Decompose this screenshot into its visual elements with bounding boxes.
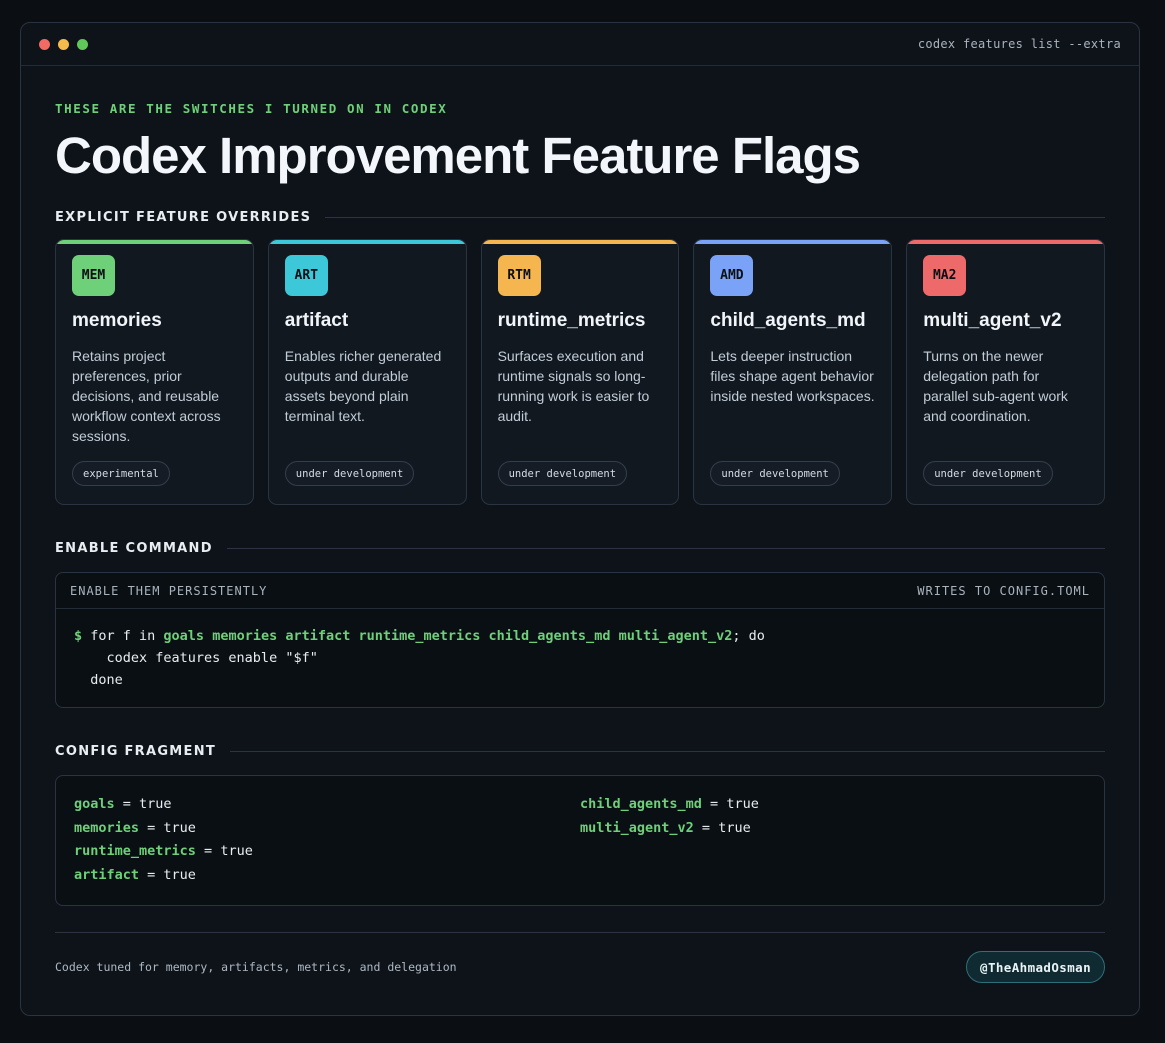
- author-handle-badge[interactable]: @TheAhmadOsman: [966, 951, 1105, 983]
- terminal-window: codex features list --extra THESE ARE TH…: [20, 22, 1140, 1016]
- config-key: child_agents_md: [580, 796, 702, 812]
- close-window-button[interactable]: [39, 38, 50, 50]
- section-title: CONFIG FRAGMENT: [55, 744, 217, 759]
- config-key: artifact: [74, 866, 140, 883]
- feature-description: Turns on the newer delegation path for p…: [923, 348, 1068, 424]
- section-heading-overrides: EXPLICIT FEATURE OVERRIDES: [55, 210, 1105, 225]
- config-column-right: child_agents_md = true multi_agent_v2 = …: [580, 793, 1086, 888]
- config-value: true: [163, 819, 196, 836]
- feature-card-memories: MEM memories Retains project preferences…: [55, 239, 254, 505]
- config-key: multi_agent_v2: [580, 819, 694, 836]
- window-titlebar: codex features list --extra: [21, 23, 1139, 66]
- feature-badge: ART: [284, 255, 328, 296]
- section-title: ENABLE COMMAND: [55, 541, 213, 556]
- feature-description: Retains project preferences, prior decis…: [72, 348, 221, 444]
- config-value: true: [726, 796, 759, 812]
- feature-card-runtime-metrics: RTM runtime_metrics Surfaces execution a…: [480, 239, 680, 505]
- command-line-3: done: [74, 672, 123, 688]
- feature-title: artifact: [284, 310, 349, 331]
- config-line: child_agents_md = true: [580, 793, 1086, 817]
- feature-card-child-agents-md: AMD child_agents_md Lets deeper instruct…: [693, 239, 893, 505]
- config-value: true: [139, 796, 172, 812]
- config-equals: =: [693, 819, 719, 836]
- main-content: THESE ARE THE SWITCHES I TURNED ON IN CO…: [21, 101, 1139, 983]
- config-line: runtime_metrics = true: [74, 840, 580, 864]
- section-heading-enable: ENABLE COMMAND: [55, 541, 1105, 556]
- section-divider: [230, 751, 1105, 752]
- feature-badge: MEM: [72, 255, 115, 296]
- card-accent-bar: [481, 240, 679, 244]
- status-tag: under development: [497, 461, 628, 486]
- feature-card-artifact: ART artifact Enables richer generated ou…: [267, 239, 467, 505]
- feature-badge: RTM: [497, 255, 541, 296]
- config-equals: =: [195, 843, 221, 859]
- config-key: memories: [74, 819, 140, 836]
- config-line: goals = true: [74, 793, 580, 817]
- config-column-left: goals = true memories = true runtime_met…: [74, 793, 580, 888]
- config-equals: =: [701, 796, 727, 812]
- command-code[interactable]: $ for f in goals memories artifact runti…: [56, 609, 1104, 707]
- card-accent-bar: [907, 240, 1104, 244]
- eyebrow-text: THESE ARE THE SWITCHES I TURNED ON IN CO…: [55, 101, 448, 116]
- feature-card-multi-agent-v2: MA2 multi_agent_v2 Turns on the newer de…: [906, 239, 1105, 505]
- config-block[interactable]: goals = true memories = true runtime_met…: [55, 775, 1105, 906]
- feature-list: goals memories artifact runtime_metrics …: [163, 628, 733, 644]
- command-label: ENABLE THEM PERSISTENTLY: [70, 583, 268, 598]
- do-keyword: ; do: [732, 628, 765, 644]
- feature-title: runtime_metrics: [497, 310, 646, 331]
- feature-title: multi_agent_v2: [923, 310, 1062, 331]
- feature-cards: MEM memories Retains project preferences…: [55, 239, 1105, 505]
- footer: Codex tuned for memory, artifacts, metri…: [55, 951, 1105, 983]
- status-tag: experimental: [72, 461, 170, 486]
- config-key: goals: [74, 796, 115, 812]
- config-equals: =: [139, 819, 164, 836]
- status-tag: under development: [710, 461, 840, 486]
- config-equals: =: [114, 796, 140, 812]
- feature-description: Lets deeper instruction files shape agen…: [710, 348, 875, 404]
- minimize-window-button[interactable]: [58, 38, 69, 50]
- config-line: multi_agent_v2 = true: [580, 817, 1086, 841]
- config-key: runtime_metrics: [74, 843, 196, 859]
- shell-prompt: $: [74, 628, 83, 644]
- config-line: memories = true: [74, 817, 580, 841]
- card-accent-bar: [56, 240, 253, 244]
- section-divider: [325, 217, 1105, 218]
- section-title: EXPLICIT FEATURE OVERRIDES: [55, 210, 312, 225]
- command-block[interactable]: ENABLE THEM PERSISTENTLY WRITES TO CONFI…: [55, 572, 1105, 708]
- feature-title: memories: [72, 310, 162, 331]
- feature-title: child_agents_md: [710, 310, 866, 331]
- section-heading-config: CONFIG FRAGMENT: [55, 744, 1105, 759]
- command-target: WRITES TO CONFIG.TOML: [917, 583, 1090, 598]
- config-equals: =: [139, 866, 164, 883]
- feature-description: Enables richer generated outputs and dur…: [284, 348, 442, 424]
- page-title: Codex Improvement Feature Flags: [55, 127, 861, 184]
- feature-description: Surfaces execution and runtime signals s…: [497, 348, 650, 424]
- command-line-2: codex features enable "$f": [74, 650, 318, 666]
- for-keyword: for f in: [82, 628, 164, 644]
- status-tag: under development: [923, 461, 1053, 486]
- footer-divider: [55, 932, 1105, 933]
- card-accent-bar: [268, 240, 466, 244]
- config-value: true: [718, 819, 751, 836]
- config-value: true: [163, 866, 196, 883]
- card-accent-bar: [694, 240, 892, 244]
- feature-badge: AMD: [710, 255, 754, 296]
- section-divider: [226, 548, 1105, 549]
- window-command-title: codex features list --extra: [917, 37, 1121, 51]
- feature-badge: MA2: [923, 255, 967, 296]
- maximize-window-button[interactable]: [77, 38, 88, 50]
- command-block-header: ENABLE THEM PERSISTENTLY WRITES TO CONFI…: [56, 573, 1104, 609]
- status-tag: under development: [284, 461, 415, 486]
- config-value: true: [220, 843, 253, 859]
- config-line: artifact = true: [74, 864, 580, 888]
- footer-caption: Codex tuned for memory, artifacts, metri…: [55, 960, 457, 974]
